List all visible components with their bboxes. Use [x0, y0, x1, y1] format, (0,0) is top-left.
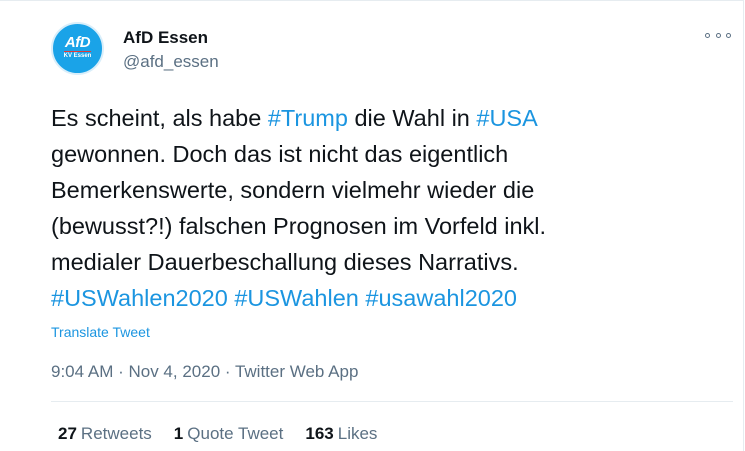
more-options-icon[interactable] — [705, 28, 731, 42]
quotes-label: Quote Tweet — [187, 424, 284, 443]
stats-divider — [51, 401, 733, 402]
avatar-logo-text: AfD — [64, 34, 91, 51]
quote-tweets-stat[interactable]: 1 Quote Tweet — [174, 424, 284, 444]
likes-stat[interactable]: 163 Likes — [305, 424, 377, 444]
more-dot — [715, 32, 721, 38]
avatar[interactable]: AfD KV Essen — [51, 22, 104, 75]
more-dot — [726, 32, 731, 38]
likes-label: Likes — [337, 424, 378, 443]
text-segment: gewonnen. Doch das ist nicht das eigentl… — [51, 141, 547, 275]
hashtag-usa[interactable]: #USA — [476, 105, 537, 131]
tweet-stats: 27 Retweets 1 Quote Tweet 163 Likes — [58, 424, 399, 444]
avatar-sub-text: KV Essen — [63, 51, 92, 59]
tweet-text: Es scheint, als habe #Trump die Wahl in … — [51, 100, 731, 316]
hashtag-trump[interactable]: #Trump — [268, 105, 348, 131]
top-divider — [0, 0, 744, 1]
retweets-stat[interactable]: 27 Retweets — [58, 424, 152, 444]
likes-count: 163 — [305, 424, 334, 443]
translate-tweet-link[interactable]: Translate Tweet — [51, 324, 150, 340]
retweets-count: 27 — [58, 424, 77, 443]
author-handle[interactable]: @afd_essen — [123, 52, 219, 72]
hashtag-usawahl2020[interactable]: #usawahl2020 — [365, 285, 517, 311]
author-name[interactable]: AfD Essen — [123, 28, 208, 48]
text-segment: Es scheint, als habe — [51, 105, 268, 131]
tweet-card: AfD KV Essen AfD Essen @afd_essen Es sch… — [0, 0, 744, 451]
tweet-timestamp[interactable]: 9:04 AM · Nov 4, 2020 · Twitter Web App — [51, 362, 358, 382]
quotes-count: 1 — [173, 424, 184, 443]
more-dot — [705, 32, 710, 38]
text-segment: die Wahl in — [347, 105, 477, 131]
hashtag-uswahlen2020[interactable]: #USWahlen2020 — [51, 285, 228, 311]
retweets-label: Retweets — [80, 424, 152, 443]
hashtag-uswahlen[interactable]: #USWahlen — [234, 285, 359, 311]
